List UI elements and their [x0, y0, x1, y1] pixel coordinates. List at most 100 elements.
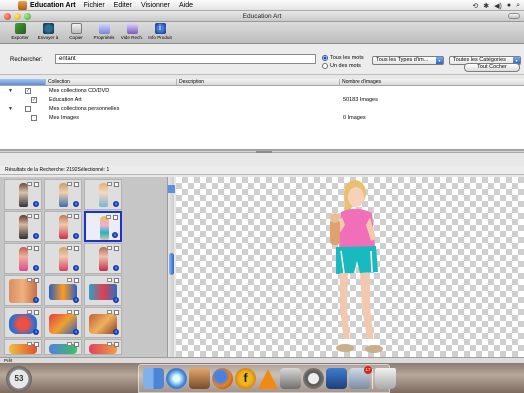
- thumbnail-item[interactable]: i: [44, 211, 82, 242]
- info-icon[interactable]: i: [33, 233, 39, 239]
- collection-checkbox[interactable]: ✓: [25, 87, 31, 94]
- thumbnail-checkbox[interactable]: [34, 214, 39, 219]
- splitter[interactable]: [0, 150, 524, 153]
- splitter-grip-icon[interactable]: [256, 151, 272, 153]
- clear-search-button[interactable]: Vide Rech.: [118, 22, 146, 40]
- scroll-indicator[interactable]: [168, 185, 175, 193]
- thumbnail-checkbox[interactable]: [113, 215, 118, 220]
- collection-checkbox[interactable]: [31, 114, 37, 121]
- image-type-popup[interactable]: Tous les Types d'im... ▾: [372, 56, 444, 65]
- info-icon[interactable]: i: [33, 329, 39, 335]
- header-sort-column[interactable]: [0, 79, 46, 85]
- header-description[interactable]: Description: [177, 79, 340, 85]
- preview-icon[interactable]: [280, 368, 301, 389]
- info-icon[interactable]: i: [33, 265, 39, 271]
- minimize-window-button[interactable]: [14, 13, 21, 20]
- info-icon[interactable]: i: [113, 297, 119, 303]
- menu-aide[interactable]: Aide: [179, 2, 193, 9]
- thumbnail-checkbox[interactable]: [114, 310, 119, 315]
- thumbnail-checkbox[interactable]: [34, 182, 39, 187]
- search-input[interactable]: [55, 54, 316, 64]
- thumbnail-checkbox[interactable]: [74, 182, 79, 187]
- spotlight-icon[interactable]: ⌕: [516, 2, 520, 10]
- trash-icon[interactable]: [375, 368, 396, 389]
- info-icon[interactable]: i: [113, 201, 119, 207]
- properties-button[interactable]: Propriétés: [90, 22, 118, 40]
- info-icon[interactable]: i: [113, 265, 119, 271]
- thumbnail-checkbox[interactable]: [74, 214, 79, 219]
- info-icon[interactable]: i: [33, 297, 39, 303]
- scrollbar-thumb[interactable]: [169, 253, 174, 275]
- disclosure-triangle-icon[interactable]: ▼: [8, 106, 13, 112]
- menu-editer[interactable]: Editer: [114, 2, 132, 9]
- thumbnail-checkbox[interactable]: [74, 342, 79, 347]
- radio-any-word-dot[interactable]: [322, 63, 328, 69]
- close-window-button[interactable]: [4, 13, 11, 20]
- mail-icon[interactable]: 17: [349, 366, 372, 389]
- info-icon[interactable]: i: [112, 232, 118, 238]
- collection-checkbox[interactable]: [25, 105, 31, 112]
- thumbnail-checkbox[interactable]: [34, 278, 39, 283]
- product-info-button[interactable]: i Info Produit: [146, 22, 174, 40]
- zoom-window-button[interactable]: [24, 13, 31, 20]
- thumbnail-item[interactable]: [84, 339, 122, 355]
- thumbnail-item[interactable]: i: [4, 243, 42, 274]
- thumbnail-item[interactable]: i: [44, 275, 82, 306]
- thumbnail-checkbox[interactable]: [114, 342, 119, 347]
- thumbnail-item[interactable]: i: [84, 307, 122, 338]
- thumbnail-scrollbar[interactable]: [167, 177, 175, 357]
- radio-any-word[interactable]: Un des mots: [322, 63, 361, 69]
- header-image-count[interactable]: Nombre d'images: [340, 79, 524, 85]
- info-icon[interactable]: i: [113, 329, 119, 335]
- thumbnail-item[interactable]: i: [4, 179, 42, 210]
- toolbar-toggle-button[interactable]: [508, 13, 520, 19]
- collection-row[interactable]: ▼ ✓ Mes collections CD/DVD: [0, 86, 524, 95]
- menu-fichier[interactable]: Fichier: [84, 2, 105, 9]
- info-icon[interactable]: i: [73, 201, 79, 207]
- info-icon[interactable]: i: [33, 201, 39, 207]
- collection-row[interactable]: ▼ Mes collections personnelles: [0, 104, 524, 113]
- thumbnail-item[interactable]: [44, 339, 82, 355]
- thumbnail-item[interactable]: i: [4, 275, 42, 306]
- thumbnail-item[interactable]: i: [84, 275, 122, 306]
- info-icon[interactable]: i: [73, 265, 79, 271]
- vlc-icon[interactable]: [258, 368, 278, 389]
- thumbnail-checkbox[interactable]: [114, 246, 119, 251]
- thumbnail-checkbox[interactable]: [74, 310, 79, 315]
- thumbnail-checkbox[interactable]: [74, 246, 79, 251]
- thumbnail-item[interactable]: [4, 339, 42, 355]
- thumbnail-checkbox[interactable]: [34, 310, 39, 315]
- check-all-button[interactable]: Tout Cocher: [464, 63, 520, 72]
- menu-visionner[interactable]: Visionner: [141, 2, 170, 9]
- thumbnail-item[interactable]: i: [4, 307, 42, 338]
- sync-icon[interactable]: ⟲: [472, 2, 478, 10]
- info-icon[interactable]: i: [73, 233, 79, 239]
- thumbnail-checkbox[interactable]: [34, 342, 39, 347]
- export-button[interactable]: Exporter: [6, 22, 34, 40]
- thumbnail-checkbox[interactable]: [34, 246, 39, 251]
- header-collection[interactable]: Collection: [46, 79, 177, 85]
- radio-all-words-dot[interactable]: [322, 55, 328, 61]
- thumbnail-item[interactable]: i: [84, 179, 122, 210]
- copy-button[interactable]: Copier: [62, 22, 90, 40]
- collection-checkbox[interactable]: ✓: [31, 96, 37, 103]
- firefox-icon[interactable]: [212, 368, 233, 389]
- bluetooth-icon[interactable]: ✱: [483, 2, 489, 10]
- thumbnail-item[interactable]: i: [4, 211, 42, 242]
- app-f-icon[interactable]: f: [235, 368, 256, 389]
- education-art-icon[interactable]: [326, 368, 347, 389]
- magnifier-icon[interactable]: [303, 368, 324, 389]
- finder-icon[interactable]: [143, 368, 164, 389]
- thumbnail-checkbox[interactable]: [74, 278, 79, 283]
- radio-all-words[interactable]: Tous les mots: [322, 55, 364, 61]
- info-icon[interactable]: i: [73, 329, 79, 335]
- collection-row[interactable]: ✓ Education Art 50183 Images: [0, 95, 524, 104]
- info-icon[interactable]: i: [73, 297, 79, 303]
- collection-row[interactable]: Mes Images 0 Images: [0, 113, 524, 122]
- disclosure-triangle-icon[interactable]: ▼: [8, 88, 13, 94]
- user-icon[interactable]: ●: [507, 2, 511, 9]
- thumbnail-item-selected[interactable]: i: [84, 211, 122, 242]
- itunes-icon[interactable]: [166, 368, 187, 389]
- thumbnail-item[interactable]: i: [44, 243, 82, 274]
- thumbnail-checkbox[interactable]: [114, 278, 119, 283]
